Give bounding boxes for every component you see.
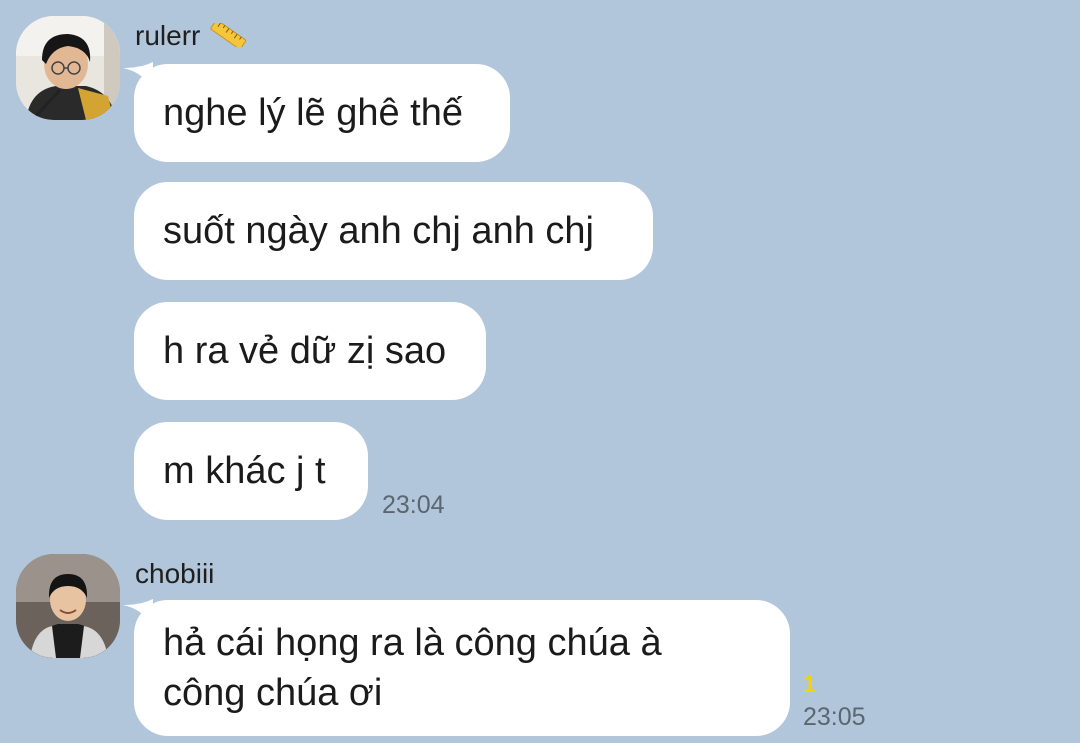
message-text: m khác j t (163, 450, 326, 492)
unread-count: 1 (803, 671, 817, 698)
avatar-chobiii-image (16, 554, 120, 658)
message-bubble[interactable]: nghe lý lẽ ghê thế (134, 64, 510, 162)
ruler-icon (208, 19, 248, 52)
avatar-chobiii[interactable] (16, 554, 120, 658)
sender-name-label: rulerr (135, 20, 201, 51)
avatar-rulerr-image (16, 16, 120, 120)
avatar-rulerr[interactable] (16, 16, 120, 120)
message-bubble[interactable]: h ra vẻ dữ zị sao (134, 302, 486, 400)
message-bubble[interactable]: suốt ngày anh chj anh chj (134, 182, 653, 280)
message-text: h ra vẻ dữ zị sao (163, 330, 447, 372)
sender-name-rulerr: rulerr (135, 19, 248, 52)
message-text-line: hả cái họng ra là công chúa à (163, 622, 662, 664)
message-timestamp: 23:04 (382, 491, 445, 519)
message-bubble[interactable]: hả cái họng ra là công chúa à công chúa … (134, 600, 790, 736)
sender-name-label: chobiii (135, 558, 215, 589)
message-text: nghe lý lẽ ghê thế (163, 92, 464, 134)
message-timestamp: 23:05 (803, 703, 866, 731)
message-text: suốt ngày anh chj anh chj (163, 210, 594, 252)
sender-name-chobiii: chobiii (135, 560, 214, 588)
message-bubble[interactable]: m khác j t (134, 422, 368, 520)
message-text-line: công chúa ơi (163, 672, 383, 714)
